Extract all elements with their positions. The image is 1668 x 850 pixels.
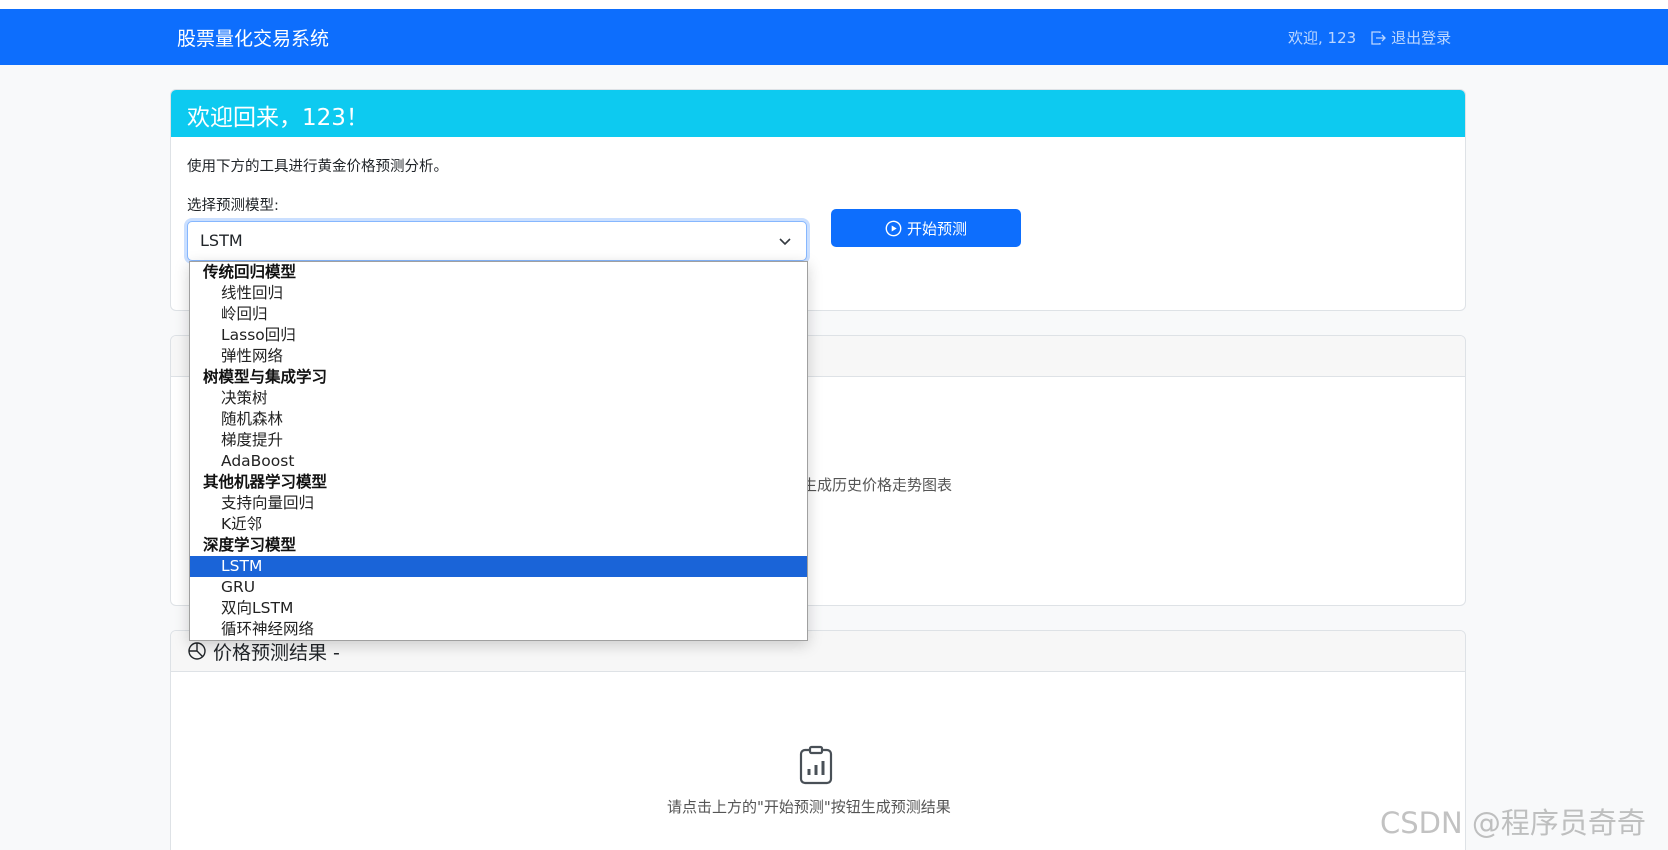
- welcome-title: 欢迎回来，123！: [171, 90, 1465, 137]
- dropdown-option[interactable]: AdaBoost: [190, 451, 807, 472]
- logout-icon: [1371, 30, 1387, 45]
- dropdown-option[interactable]: GRU: [190, 577, 807, 598]
- logout-label: 退出登录: [1391, 29, 1452, 47]
- model-select-label: 选择预测模型:: [187, 198, 279, 214]
- start-predict-button[interactable]: 开始预测: [831, 209, 1021, 247]
- dropdown-option[interactable]: 梯度提升: [190, 430, 807, 451]
- pie-chart-icon: [188, 642, 206, 660]
- dropdown-option[interactable]: LSTM: [190, 556, 807, 577]
- dropdown-option[interactable]: 双向LSTM: [190, 598, 807, 619]
- dropdown-option[interactable]: K近邻: [190, 514, 807, 535]
- welcome-text: 欢迎, 123: [1288, 29, 1357, 47]
- dropdown-option[interactable]: 决策树: [190, 388, 807, 409]
- dropdown-group-label: 其他机器学习模型: [203, 473, 328, 491]
- prediction-card-title: 价格预测结果 -: [213, 641, 340, 664]
- model-dropdown-list[interactable]: 传统回归模型线性回归 岭回归 Lasso回归 弹性网络 树模型与集成学习决策树 随机森林梯…: [189, 261, 808, 641]
- dropdown-option[interactable]: 线性回归: [190, 283, 807, 304]
- model-select[interactable]: LSTM: [187, 221, 807, 261]
- dropdown-group-label: 树模型与集成学习: [203, 368, 328, 386]
- brand-title[interactable]: 股票量化交易系统: [177, 24, 329, 51]
- dropdown-group-label: 深度学习模型: [203, 536, 297, 554]
- dropdown-option[interactable]: 岭回归: [190, 304, 807, 325]
- start-predict-label: 开始预测: [906, 219, 967, 238]
- dropdown-option[interactable]: 支持向量回归: [190, 493, 807, 514]
- model-select-value: LSTM: [200, 231, 243, 250]
- user-area: 欢迎, 123 退出登录: [1288, 27, 1451, 48]
- dropdown-option[interactable]: 循环神经网络: [190, 619, 807, 640]
- watermark: CSDN @程序员奇奇: [1380, 806, 1646, 840]
- dropdown-option[interactable]: 随机森林: [190, 409, 807, 430]
- navbar: 股票量化交易系统 欢迎, 123 退出登录: [0, 9, 1668, 65]
- prediction-empty-text: 请点击上方的"开始预测"按钮生成预测结果: [667, 798, 951, 816]
- dropdown-option[interactable]: Lasso回归: [190, 325, 807, 346]
- play-circle-icon: [885, 220, 902, 236]
- dropdown-group-label: 传统回归模型: [203, 263, 297, 281]
- clipboard-chart-icon: [799, 745, 833, 785]
- top-strip: [0, 0, 1668, 9]
- logout-link[interactable]: 退出登录: [1370, 27, 1451, 48]
- welcome-lead: 使用下方的工具进行黄金价格预测分析。: [187, 159, 448, 175]
- chevron-down-icon: [779, 238, 791, 246]
- dropdown-option[interactable]: 弹性网络: [190, 346, 807, 367]
- prediction-result-card: 价格预测结果 - 请点击上方的"开始预测"按钮生成预测结果: [170, 630, 1466, 850]
